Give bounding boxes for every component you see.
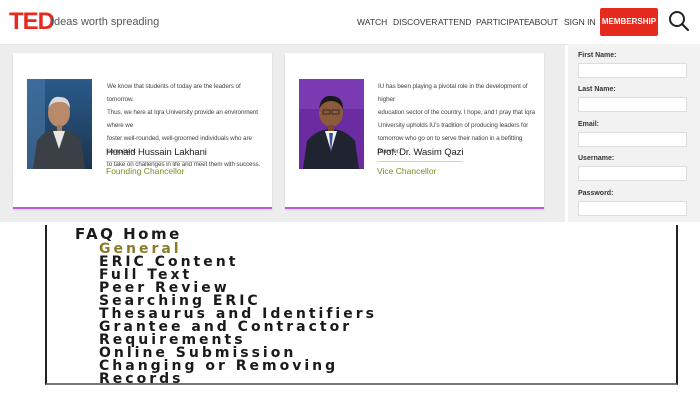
leader-role: Vice Chancellor [377, 166, 437, 176]
membership-button[interactable]: MEMBERSHIP [600, 8, 658, 36]
quote-line: We know that students of today are the l… [107, 83, 241, 103]
first-name-field[interactable] [578, 63, 687, 78]
username-field[interactable] [578, 166, 687, 181]
quote-line: Thus, we here at Iqra University provide… [107, 109, 258, 129]
username-label: Username: [578, 155, 615, 162]
leader-name: Hunaid Hussain Lakhani [106, 147, 207, 162]
site-header: TED Ideas worth spreading WATCH DISCOVER… [0, 0, 700, 45]
email-label: Email: [578, 121, 600, 128]
search-icon[interactable] [668, 10, 690, 32]
faq-title: FAQ Home [75, 225, 182, 243]
leader-photo [27, 79, 92, 169]
email-field[interactable] [578, 132, 687, 147]
nav-sign-in[interactable]: SIGN IN [564, 16, 596, 28]
nav-watch[interactable]: WATCH [357, 16, 387, 28]
leader-card: We know that students of today are the l… [13, 53, 272, 209]
faq-link-records[interactable]: Records [99, 372, 183, 386]
leader-role: Founding Chancellor [106, 166, 185, 176]
password-field[interactable] [578, 201, 687, 216]
leader-card: IU has been playing a pivotal role in th… [285, 53, 544, 209]
first-name-label: First Name: [578, 52, 617, 59]
signup-form: First Name: Last Name: Email: Username: … [568, 44, 700, 222]
last-name-field[interactable] [578, 97, 687, 112]
password-label: Password: [578, 190, 614, 197]
quote-line: IU has been playing a pivotal role in th… [378, 83, 528, 103]
last-name-label: Last Name: [578, 86, 616, 93]
leader-photo [299, 79, 364, 169]
leader-name: Prof. Dr. Wasim Qazi [377, 147, 463, 162]
ted-logo[interactable]: TED [9, 8, 55, 36]
tagline: Ideas worth spreading [51, 16, 160, 28]
quote-line: education sector of the country. I hope,… [378, 109, 535, 116]
faq-panel: FAQ Home General ERIC Content Full Text … [45, 225, 678, 386]
nav-participate[interactable]: PARTICIPATE [476, 16, 530, 28]
nav-attend[interactable]: ATTEND [438, 16, 471, 28]
nav-discover[interactable]: DISCOVER [393, 16, 437, 28]
nav-about[interactable]: ABOUT [529, 16, 558, 28]
quote-line: University upholds IU's tradition of pro… [378, 122, 529, 129]
